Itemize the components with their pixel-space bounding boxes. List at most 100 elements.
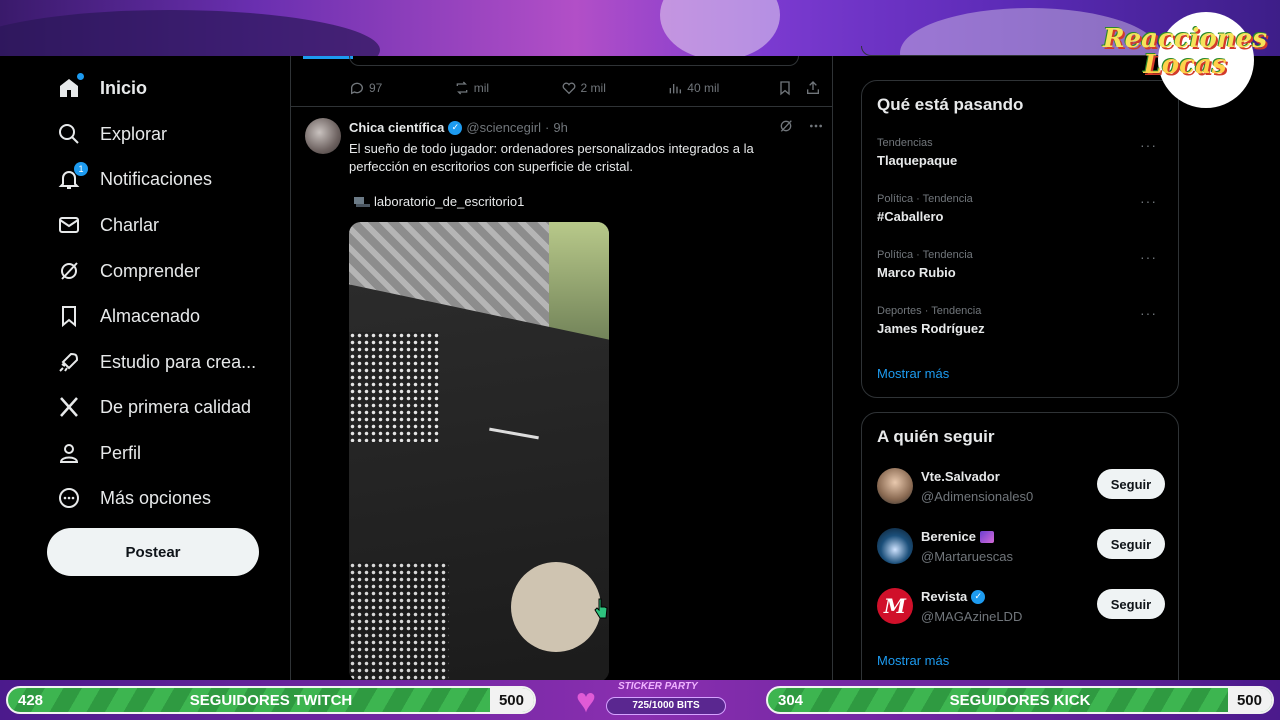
suggestion-handle: @Martaruescas bbox=[921, 549, 1013, 564]
more-circle-icon bbox=[56, 485, 82, 511]
person-icon bbox=[56, 440, 82, 466]
trend-item[interactable]: Deportes · Tendencia James Rodríguez ··· bbox=[877, 305, 1165, 336]
follow-button[interactable]: Seguir bbox=[1097, 589, 1165, 619]
sticker-progress: 725/1000 BITS bbox=[606, 697, 726, 715]
avatar[interactable] bbox=[877, 468, 913, 504]
banner-decoration bbox=[0, 10, 380, 56]
video-scene-disc bbox=[511, 562, 601, 652]
verified-badge-icon: ✓ bbox=[448, 120, 463, 135]
nav-label: Explorar bbox=[100, 123, 168, 144]
notification-count-badge: 1 bbox=[74, 162, 88, 176]
video-scene-mesh bbox=[349, 332, 439, 442]
tweet-video[interactable] bbox=[349, 222, 609, 680]
grok-icon[interactable] bbox=[778, 118, 794, 134]
separator-dot: · bbox=[545, 120, 550, 135]
nav-item-notificaciones[interactable]: 1 Notificaciones bbox=[56, 159, 212, 199]
share-button[interactable] bbox=[805, 80, 821, 96]
kick-followers-goal: 304 SEGUIDORES KICK 500 bbox=[766, 686, 1274, 714]
follow-suggestion[interactable]: Berenice @Martaruescas Seguir bbox=[877, 525, 1165, 569]
bookmark-button[interactable] bbox=[777, 80, 805, 96]
nav-label: Estudio para crea... bbox=[100, 351, 257, 372]
post-button[interactable]: Postear bbox=[47, 528, 259, 576]
nav-item-charlar[interactable]: Charlar bbox=[56, 205, 159, 245]
nav-label: Comprender bbox=[100, 260, 201, 281]
trend-title: Tlaquepaque bbox=[877, 153, 958, 168]
suggestion-name[interactable]: Berenice bbox=[921, 529, 994, 544]
goal-label: SEGUIDORES KICK bbox=[949, 691, 1091, 709]
views-button[interactable]: 40 mil bbox=[667, 80, 777, 96]
reply-count: 97 bbox=[369, 81, 383, 95]
follow-button[interactable]: Seguir bbox=[1097, 529, 1165, 559]
tweet-tag-text: laboratorio_de_escritorio1 bbox=[374, 194, 525, 209]
tweet-tools bbox=[778, 118, 824, 134]
avatar[interactable]: M bbox=[877, 588, 913, 624]
banner-decoration bbox=[660, 0, 780, 56]
author-handle[interactable]: @sciencegirl bbox=[466, 120, 541, 135]
rocket-icon bbox=[56, 349, 82, 375]
suggestion-name-text: Revista bbox=[921, 589, 968, 604]
more-options-icon[interactable]: ··· bbox=[1140, 137, 1157, 153]
tweet-text: El sueño de todo jugador: ordenadores pe… bbox=[349, 141, 754, 174]
channel-logo: Reacciones Locas bbox=[1103, 6, 1267, 108]
nav-item-explorar[interactable]: Explorar bbox=[56, 114, 167, 154]
follow-suggestion[interactable]: Vte.Salvador @Adimensionales0 Seguir bbox=[877, 465, 1165, 509]
bell-icon: 1 bbox=[56, 162, 88, 192]
follow-suggestion[interactable]: M Revista ✓ @MAGAzineLDD Seguir bbox=[877, 585, 1165, 629]
nav-label: De primera calidad bbox=[100, 396, 252, 417]
repost-button[interactable]: mil bbox=[454, 80, 561, 96]
sticker-title: STICKER PARTY bbox=[618, 681, 698, 692]
video-scene-mesh bbox=[349, 562, 449, 680]
suggestion-name[interactable]: Vte.Salvador bbox=[921, 469, 1000, 484]
desk-emoji-icon bbox=[354, 196, 370, 207]
nav-item-comprender[interactable]: Comprender bbox=[56, 251, 200, 291]
more-options-icon[interactable] bbox=[808, 118, 824, 134]
goal-current: 428 bbox=[18, 691, 44, 709]
sidebar-nav: Inicio Explorar 1 Notificaciones Charlar… bbox=[0, 56, 290, 680]
right-sidebar: Qué está pasando Tendencias Tlaquepaque … bbox=[861, 46, 1179, 702]
more-options-icon[interactable]: ··· bbox=[1140, 249, 1157, 265]
repost-icon bbox=[456, 81, 468, 95]
nav-item-estudio[interactable]: Estudio para crea... bbox=[56, 342, 256, 382]
bookmark-icon bbox=[56, 303, 82, 329]
suggestion-handle: @Adimensionales0 bbox=[921, 489, 1034, 504]
author-name[interactable]: Chica científica bbox=[349, 120, 444, 135]
who-to-follow-title: A quién seguir bbox=[877, 427, 995, 446]
view-count: 40 mil bbox=[687, 81, 720, 95]
like-button[interactable]: 2 mil bbox=[561, 80, 668, 96]
nav-item-perfil[interactable]: Perfil bbox=[56, 433, 141, 473]
trends-card: Qué está pasando Tendencias Tlaquepaque … bbox=[861, 80, 1179, 398]
trend-item[interactable]: Política · Tendencia Marco Rubio ··· bbox=[877, 249, 1165, 280]
nav-item-almacenado[interactable]: Almacenado bbox=[56, 296, 200, 336]
hand-cursor-icon bbox=[594, 598, 608, 619]
repost-count: mil bbox=[473, 81, 490, 95]
nav-item-premium[interactable]: De primera calidad bbox=[56, 387, 251, 427]
nav-label: Notificaciones bbox=[100, 168, 213, 189]
nav-label: Perfil bbox=[100, 442, 142, 463]
tweet-time[interactable]: 9h bbox=[553, 120, 567, 135]
suggestion-name-text: Berenice bbox=[921, 529, 976, 544]
tweet-tag: laboratorio_de_escritorio1 bbox=[353, 194, 524, 209]
goal-current: 304 bbox=[778, 691, 804, 709]
nav-item-mas-opciones[interactable]: Más opciones bbox=[56, 478, 211, 518]
trend-item[interactable]: Política · Tendencia #Caballero ··· bbox=[877, 193, 1165, 224]
more-options-icon[interactable]: ··· bbox=[1140, 193, 1157, 209]
trend-title: James Rodríguez bbox=[877, 321, 985, 336]
twitch-followers-goal: 428 SEGUIDORES TWITCH 500 bbox=[6, 686, 536, 714]
follow-show-more-link[interactable]: Mostrar más bbox=[877, 653, 949, 668]
who-to-follow-card: A quién seguir Vte.Salvador @Adimensiona… bbox=[861, 412, 1179, 702]
nav-label: Más opciones bbox=[100, 487, 212, 508]
avatar[interactable] bbox=[877, 528, 913, 564]
follow-button[interactable]: Seguir bbox=[1097, 469, 1165, 499]
trend-item[interactable]: Tendencias Tlaquepaque ··· bbox=[877, 137, 1165, 168]
more-options-icon[interactable]: ··· bbox=[1140, 305, 1157, 321]
nav-label: Inicio bbox=[100, 77, 148, 98]
grok-icon bbox=[56, 258, 82, 284]
avatar[interactable] bbox=[305, 118, 341, 154]
nav-item-inicio[interactable]: Inicio bbox=[56, 68, 147, 108]
suggestion-name[interactable]: Revista ✓ bbox=[921, 589, 986, 604]
new-dot-badge bbox=[77, 73, 84, 80]
nav-label: Almacenado bbox=[100, 305, 201, 326]
trends-show-more-link[interactable]: Mostrar más bbox=[877, 366, 949, 381]
reply-button[interactable]: 97 bbox=[349, 80, 454, 96]
tweet-divider bbox=[291, 106, 832, 107]
